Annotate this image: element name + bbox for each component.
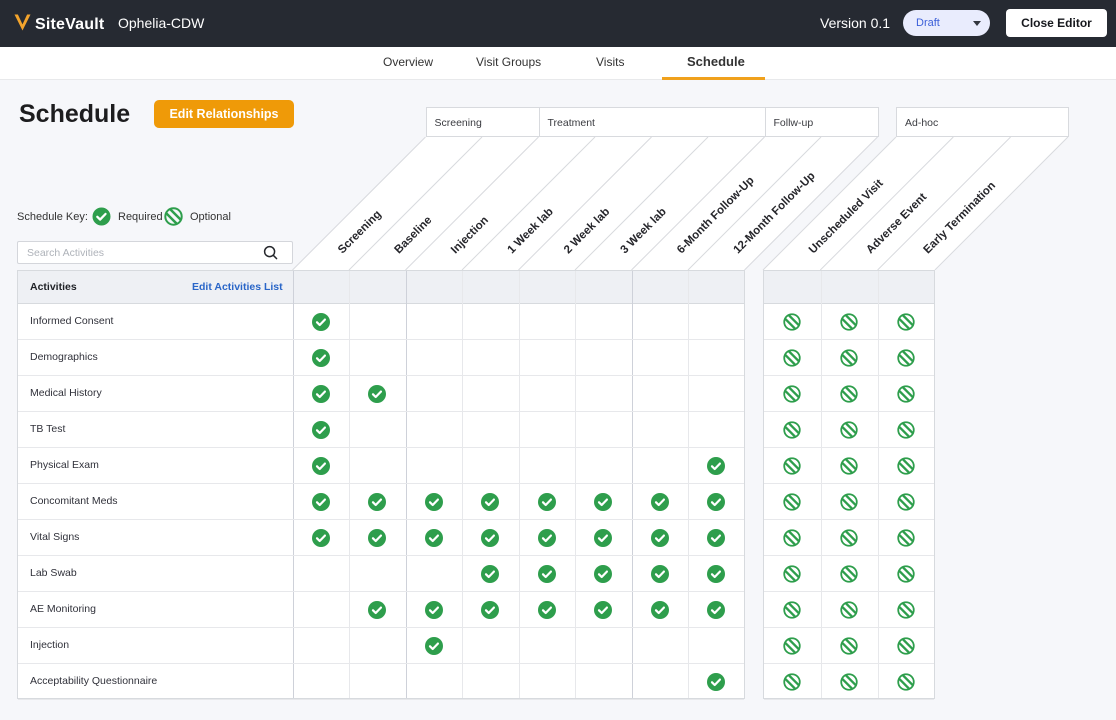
svg-text:Screening: Screening [435, 117, 482, 129]
svg-text:Follw-up: Follw-up [774, 117, 814, 129]
svg-text:Ad-hoc: Ad-hoc [905, 117, 938, 129]
svg-text:Treatment: Treatment [548, 117, 596, 129]
